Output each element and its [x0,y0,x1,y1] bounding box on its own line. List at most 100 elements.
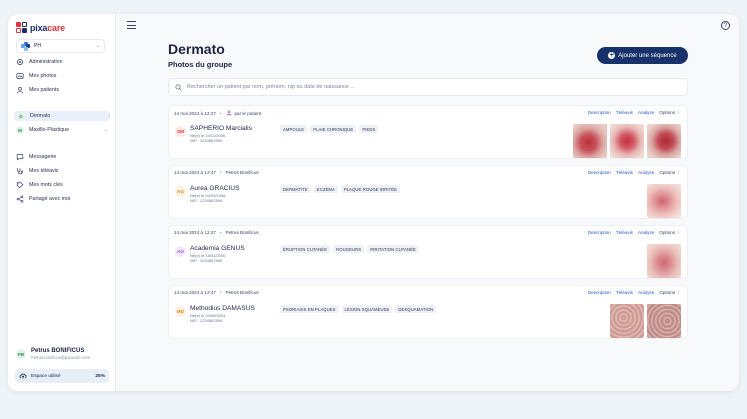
chat-icon [16,153,24,161]
card-author: Petrus Bonificus [225,170,259,175]
keyword-tag[interactable]: DESQUAMATION [395,305,437,313]
options-menu[interactable]: Options ⋮ [659,110,681,116]
logo[interactable]: pixacare [16,22,65,33]
patient-meta: Né(e) le 15/01/2000 NIP : 1234567890 [190,253,225,263]
sidebar-item-partage-avec-moi[interactable]: Partagé avec moi [16,194,108,204]
analyse-link[interactable]: Analyse [638,290,654,296]
sequence-card[interactable]: 14 mai 2024 à 12:47 • Petrus Bonificus D… [168,165,688,219]
patient-name[interactable]: Aurea GRACIUS [190,185,239,192]
analyse-link[interactable]: Analyse [638,110,654,116]
card-date: 14 mai 2024 à 12:47 [174,111,216,116]
keyword-tag[interactable]: LÉSION SQUAMEUSE [341,305,393,313]
sidebar-item-label: Messagerie [29,154,57,160]
sidebar-item-mes-teleavis[interactable]: Mes téléavis [16,166,108,176]
search-input[interactable] [187,84,667,90]
user-profile[interactable]: PB Petrus BONIFICUS Petrus.bonificus@pix… [16,348,90,360]
patient-nip: NIP : 1234567890 [190,198,223,204]
description-link[interactable]: Description [588,170,611,176]
lesion-photo[interactable] [610,124,644,158]
storage-percent: 25% [95,373,105,379]
description-link[interactable]: Description [588,110,611,116]
sequence-card[interactable]: 14 mai 2024 à 12:47 • Petrus Bonificus D… [168,225,688,279]
sidebar-item-label: Mes photos [29,73,57,79]
keyword-tag[interactable]: PLAQUE ROUGE IRRITÉE [340,185,401,193]
search-bar[interactable] [168,78,688,96]
description-link[interactable]: Description [588,290,611,296]
avatar: AG [175,246,186,257]
keyword-tag[interactable]: IRRITATION CUTANÉE [367,245,419,253]
keyword-tag[interactable]: ÉRUPTION CUTANÉE [280,245,331,253]
keyword-tag[interactable]: ROUGEURS [333,245,365,253]
sidebar-item-label: Mes patients [29,87,60,93]
card-author: par le patient [226,110,261,117]
patient-name[interactable]: Methodius DAMASUS [190,305,255,312]
patient-name[interactable]: SAPHERIO Marcialis [190,125,252,132]
patient-name[interactable]: Academia GENUS [190,245,245,252]
sidebar-item-mes-photos[interactable]: Mes photos [16,71,108,81]
patient-nip: NIP : 1234567890 [190,138,223,144]
organization-select[interactable]: PH ⌄ [16,39,105,53]
sidebar-item-label: Administration [29,59,63,65]
sidebar-item-label: Mes téléavis [29,168,59,174]
patient-meta: Né(e) le 24/11/2006 NIP : 1234567890 [190,133,225,143]
sidebar-item-administration[interactable]: Administration [16,57,108,67]
keyword-tag[interactable]: DERMATITE [280,185,311,193]
keyword-tag[interactable]: PSORIASIS EN PLAQUES [280,305,339,313]
teleavis-link[interactable]: Téléavis [616,290,633,296]
description-link[interactable]: Description [588,230,611,236]
logo-text: pixacare [30,22,65,33]
teleavis-link[interactable]: Téléavis [616,230,633,236]
sidebar-item-messagerie[interactable]: Messagerie [16,152,108,162]
card-header: 14 mai 2024 à 12:47 • Petrus Bonificus [174,290,259,295]
photo-list [573,124,681,158]
card-actions: Description Téléavis Analyse Options ⋮ [588,230,681,236]
keyword-tag[interactable]: PLAIE CHRONIQUE [310,125,357,133]
sequence-card[interactable]: 14 mai 2024 à 12:47 • par le patient Des… [168,105,688,159]
add-sequence-button[interactable]: + Ajouter une séquence [597,47,688,64]
teleavis-link[interactable]: Téléavis [616,110,633,116]
patients-icon [16,86,24,94]
photo-list [647,184,681,218]
share-icon [16,195,24,203]
sidebar-item-mes-mots-cles[interactable]: Mes mots clés [16,180,108,190]
analyse-link[interactable]: Analyse [638,170,654,176]
lesion-photo[interactable] [573,124,607,158]
lesion-photo[interactable] [647,304,681,338]
options-menu[interactable]: Options ⋮ [659,230,681,236]
avatar: PB [16,349,26,359]
sidebar-group-maxillo-plastique[interactable]: M Maxillo-Plastique ⌄ [16,125,108,135]
photo-list [610,304,681,338]
sidebar: pixacare PH ⌄ Administration Mes photos … [8,14,116,391]
analyse-link[interactable]: Analyse [638,230,654,236]
user-email: Petrus.bonificus@pixacare.com [31,355,90,360]
user-name: Petrus BONIFICUS [31,348,85,354]
pixacare-logo-icon [16,22,27,33]
sidebar-group-dermato[interactable]: D Dermato › [14,111,110,121]
help-icon[interactable]: ? [721,21,730,30]
card-actions: Description Téléavis Analyse Options ⋮ [588,170,681,176]
menu-toggle-icon[interactable] [127,21,136,29]
gear-icon [16,58,24,66]
options-menu[interactable]: Options ⋮ [659,290,681,296]
keyword-tag[interactable]: ECZÉMA [313,185,338,193]
stethoscope-icon [16,167,24,175]
card-date: 14 mai 2024 à 12:47 [174,230,216,235]
tag-icon [16,181,24,189]
avatar: MD [175,306,186,317]
image-icon [16,72,24,80]
sequence-card[interactable]: 14 mai 2024 à 12:47 • Petrus Bonificus D… [168,285,688,339]
avatar: AG [175,186,186,197]
card-header: 14 mai 2024 à 12:47 • par le patient [174,110,262,117]
cloud-upload-icon [19,372,27,381]
lesion-photo[interactable] [647,184,681,218]
tag-list: PSORIASIS EN PLAQUES LÉSION SQUAMEUSE DE… [280,305,437,313]
sidebar-item-label: Partagé avec moi [29,196,71,202]
lesion-photo[interactable] [610,304,644,338]
lesion-photo[interactable] [647,124,681,158]
keyword-tag[interactable]: AMPOULE [280,125,308,133]
sidebar-item-mes-patients[interactable]: Mes patients [16,85,108,95]
lesion-photo[interactable] [647,244,681,278]
options-menu[interactable]: Options ⋮ [659,170,681,176]
keyword-tag[interactable]: PIEDS [359,125,379,133]
teleavis-link[interactable]: Téléavis [616,170,633,176]
